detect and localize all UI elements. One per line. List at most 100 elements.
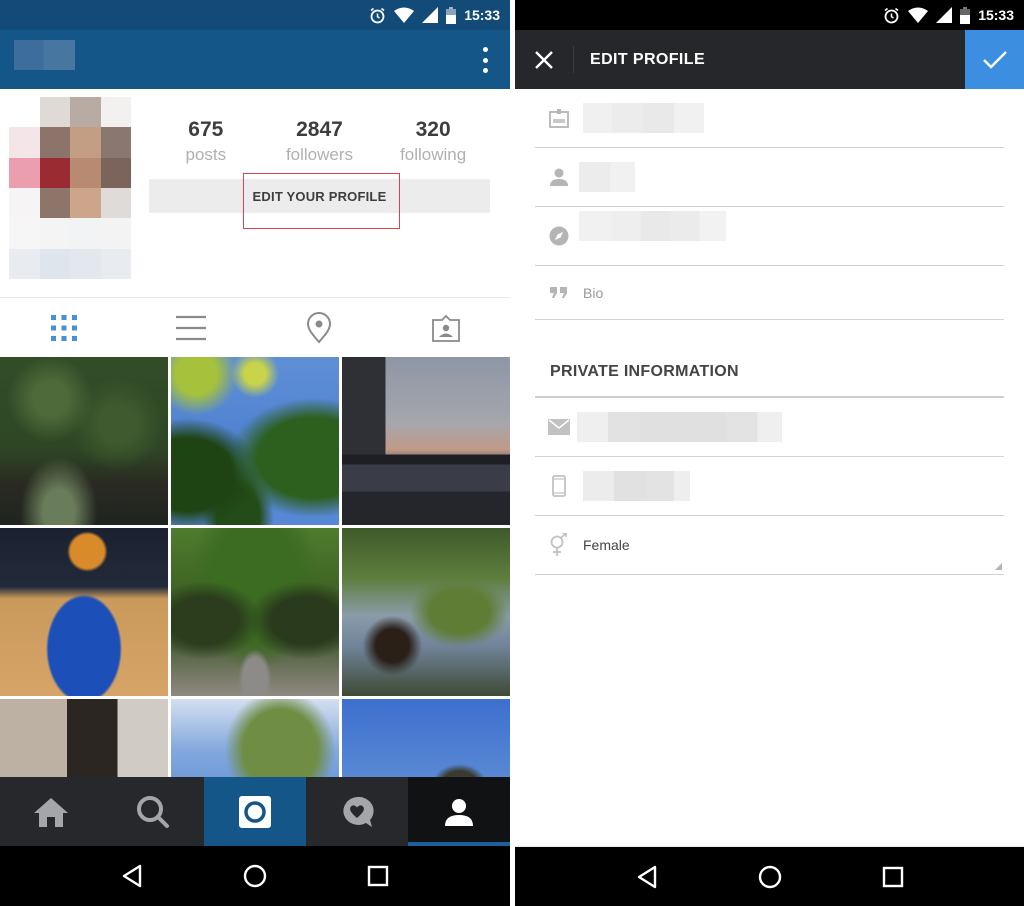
profile-screen: 15:33 675 posts 2847 followers 320 follo…: [0, 0, 510, 906]
tab-camera[interactable]: [204, 777, 306, 846]
quote-icon: [535, 286, 583, 300]
stat-value: 320: [415, 118, 451, 141]
envelope-icon: [535, 419, 583, 435]
signal-icon: [422, 7, 439, 23]
website-field[interactable]: [535, 207, 1004, 266]
stat-label: following: [400, 145, 467, 164]
edit-profile-screen: 15:33 EDIT PROFILE Bio PRIVATE INFORMATI…: [515, 0, 1024, 906]
bottom-tab-bar: [0, 777, 510, 846]
tab-list[interactable]: [128, 298, 256, 357]
photo-grid: [0, 357, 510, 777]
save-button[interactable]: [965, 30, 1024, 89]
edit-profile-form: Bio PRIVATE INFORMATION Female: [535, 89, 1004, 575]
edit-profile-button[interactable]: EDIT YOUR PROFILE: [149, 179, 490, 213]
activity-heart-icon: [343, 796, 374, 827]
page-title: EDIT PROFILE: [590, 50, 706, 68]
photo-thumbnail[interactable]: [0, 528, 168, 696]
profile-icon: [445, 798, 473, 826]
username-blurred: [14, 40, 75, 70]
home-circle-icon: [243, 864, 267, 888]
close-button[interactable]: [515, 30, 573, 89]
clock: 15:33: [464, 7, 500, 23]
photo-thumbnail[interactable]: [342, 528, 510, 696]
clock: 15:33: [978, 7, 1014, 23]
phone-icon: [535, 475, 583, 497]
email-value-blurred: [577, 412, 782, 442]
tab-explore[interactable]: [102, 777, 204, 846]
profile-header: 675 posts 2847 followers 320 following E…: [0, 89, 510, 298]
back-button[interactable]: [627, 857, 667, 897]
status-bar: 15:33: [515, 0, 1024, 30]
home-circle-icon: [758, 865, 781, 888]
gender-field[interactable]: Female: [535, 516, 1004, 575]
battery-icon: [960, 6, 971, 24]
tab-tagged[interactable]: [383, 298, 511, 357]
bio-placeholder: Bio: [583, 284, 604, 301]
stat-posts[interactable]: 675 posts: [151, 117, 261, 167]
gender-icon: [535, 533, 583, 557]
email-field[interactable]: [535, 398, 1004, 457]
close-icon: [535, 50, 553, 69]
private-info-heading: PRIVATE INFORMATION: [535, 320, 1004, 398]
battery-icon: [446, 6, 457, 24]
tab-grid[interactable]: [0, 298, 128, 357]
recents-icon: [882, 866, 903, 887]
edit-profile-toolbar: EDIT PROFILE: [515, 30, 1024, 89]
stat-value: 2847: [296, 118, 343, 141]
bio-field[interactable]: Bio: [535, 266, 1004, 320]
overflow-menu-icon[interactable]: [480, 47, 490, 73]
stat-followers[interactable]: 2847 followers: [264, 117, 374, 167]
username-field[interactable]: [535, 148, 1004, 207]
wifi-icon: [394, 7, 415, 23]
app-bar: [0, 30, 510, 89]
tagged-photos-icon: [432, 314, 461, 342]
avatar[interactable]: [9, 97, 131, 279]
toolbar-divider: [573, 46, 574, 73]
stat-following[interactable]: 320 following: [378, 117, 488, 167]
android-nav-bar: [0, 846, 510, 906]
back-icon: [122, 864, 141, 888]
gender-value: Female: [583, 537, 630, 553]
stat-value: 675: [188, 118, 224, 141]
phone-field[interactable]: [535, 457, 1004, 516]
stat-label: posts: [185, 145, 227, 164]
home-icon: [34, 797, 68, 827]
home-button[interactable]: [750, 857, 790, 897]
photo-thumbnail[interactable]: [0, 357, 168, 525]
signal-icon: [936, 7, 953, 23]
tab-activity[interactable]: [306, 777, 408, 846]
location-pin-icon: [306, 311, 331, 344]
photo-thumbnail[interactable]: [0, 699, 168, 777]
photo-thumbnail[interactable]: [171, 357, 339, 525]
name-value-blurred: [583, 103, 704, 133]
photo-thumbnail[interactable]: [342, 699, 510, 777]
wifi-icon: [908, 7, 929, 23]
photo-thumbnail[interactable]: [342, 357, 510, 525]
tab-profile[interactable]: [408, 777, 510, 846]
view-tabs: [0, 298, 510, 357]
phone-value-blurred: [583, 471, 690, 501]
stat-label: followers: [285, 145, 354, 164]
alarm-icon: [884, 7, 899, 23]
back-button[interactable]: [112, 856, 152, 896]
search-icon: [137, 795, 169, 828]
compass-icon: [535, 226, 583, 246]
name-field[interactable]: [535, 89, 1004, 148]
photo-thumbnail[interactable]: [171, 699, 339, 777]
photo-thumbnail[interactable]: [171, 528, 339, 696]
name-card-icon: [535, 108, 583, 128]
alarm-icon: [370, 7, 385, 23]
list-view-icon: [176, 315, 207, 340]
back-icon: [637, 865, 656, 888]
dropdown-indicator-icon: [995, 563, 1002, 570]
android-nav-bar: [515, 846, 1024, 906]
recents-button[interactable]: [358, 856, 398, 896]
status-bar: 15:33: [0, 0, 510, 30]
recents-button[interactable]: [873, 857, 913, 897]
tab-map[interactable]: [255, 298, 383, 357]
home-button[interactable]: [235, 856, 275, 896]
camera-icon: [239, 795, 271, 828]
tab-home[interactable]: [0, 777, 102, 846]
username-value-blurred: [579, 162, 635, 192]
profile-stats: 675 posts 2847 followers 320 following: [149, 117, 490, 167]
